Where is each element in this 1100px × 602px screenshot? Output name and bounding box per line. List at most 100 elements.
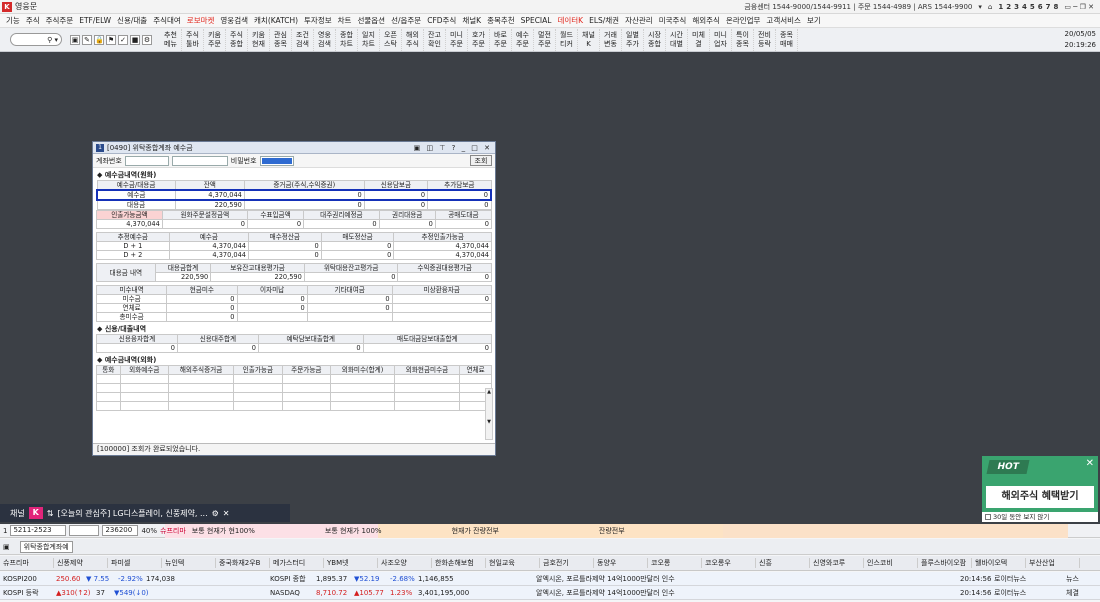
ticker-stock[interactable]: YBM넷 <box>324 558 378 568</box>
toolbar-button[interactable]: 관심 종목 <box>270 28 292 51</box>
toolbar-button[interactable]: 전비 등락 <box>754 28 776 51</box>
ticker-stock[interactable]: 동양우 <box>594 558 648 568</box>
password-field[interactable] <box>259 155 294 166</box>
account-field[interactable]: 5211-2523 <box>10 525 67 536</box>
menu-item[interactable]: 투자정보 <box>304 15 332 26</box>
ticker-stock[interactable]: 코오롱 <box>648 558 702 568</box>
toolbar-button[interactable]: 채널 K <box>578 28 600 51</box>
news-category[interactable]: 뉴스 <box>1066 574 1096 584</box>
menu-item[interactable]: 데이터K <box>557 15 583 26</box>
news-source[interactable]: 로이터뉴스 <box>994 574 1066 584</box>
ticker-stock[interactable]: 신흥 <box>756 558 810 568</box>
order-type-c[interactable]: 현재가 잔량전부 <box>452 526 499 536</box>
home-icon[interactable]: ⌂ <box>988 3 992 11</box>
hide-30days-checkbox[interactable]: 30일 동안 보지 않기 <box>982 512 1098 522</box>
toolbar-button[interactable]: 키움 주문 <box>204 28 226 51</box>
toolbar-button[interactable]: 거래 변동 <box>600 28 622 51</box>
toolbar-button[interactable]: 주식 툴바 <box>182 28 204 51</box>
ticker-stock[interactable]: 사조오양 <box>378 558 432 568</box>
close-icon[interactable]: ✕ <box>223 509 230 518</box>
pen-icon[interactable]: ✎ <box>82 34 92 45</box>
ticker-stock[interactable]: 코오롱우 <box>702 558 756 568</box>
page-tab-8[interactable]: 8 <box>1053 3 1058 11</box>
flag-icon[interactable]: ⚑ <box>106 34 116 45</box>
menu-item[interactable]: 캐치(KATCH) <box>254 15 298 26</box>
toolbar-button[interactable]: 해외 주식 <box>402 28 424 51</box>
page-tab-2[interactable]: 2 <box>1006 3 1011 11</box>
ticker-stock[interactable]: 한화손해보험 <box>432 558 486 568</box>
toolbar-button[interactable]: 주식 종합 <box>226 28 248 51</box>
menu-item[interactable]: ELS/채권 <box>589 15 619 26</box>
query-button[interactable]: 조회 <box>470 155 492 166</box>
table-row[interactable]: 예수금 4,370,044 0 0 0 <box>95 189 493 201</box>
menu-item[interactable]: SPECIAL <box>521 16 552 25</box>
menu-item[interactable]: 로보마켓 <box>187 15 215 26</box>
gear-icon[interactable]: ⚙ <box>212 509 219 518</box>
page-tab-3[interactable]: 3 <box>1014 3 1019 11</box>
toolbar-button[interactable]: 미니 주문 <box>446 28 468 51</box>
account-select[interactable] <box>124 155 169 166</box>
hot-ad-banner[interactable]: HOT ✕ 해외주식 혜택받기 30일 동안 보지 않기 <box>982 456 1098 522</box>
toolbar-button[interactable]: 일지 차트 <box>358 28 380 51</box>
toolbar-button[interactable]: 미니 업자 <box>710 28 732 51</box>
menu-item[interactable]: 신용/대출 <box>117 15 147 26</box>
menu-item[interactable]: 해외주식 <box>692 15 720 26</box>
dropdown-icon[interactable]: ▾ <box>978 3 982 11</box>
menu-item[interactable]: 온라인업무 <box>726 15 761 26</box>
menu-item[interactable]: 채널K <box>462 15 481 26</box>
page-tab-5[interactable]: 5 <box>1030 3 1035 11</box>
toolbar-button[interactable]: 멀전 주문 <box>534 28 556 51</box>
toolbar-button[interactable]: 예수 주문 <box>512 28 534 51</box>
window-title-bar[interactable]: 1 [0490] 위탁종합계좌 예수금 ▣ ◫ ⊤ ? _ □ ✕ <box>93 142 495 154</box>
gear-icon[interactable]: ⚙ <box>142 34 152 45</box>
toolbar-button[interactable]: 키움 현재 <box>248 28 270 51</box>
page-tabs[interactable]: 12345678 <box>998 3 1058 11</box>
toolbar-button[interactable]: 시간 대별 <box>666 28 688 51</box>
menu-item[interactable]: 차트 <box>338 15 352 26</box>
menu-item[interactable]: 보기 <box>807 15 821 26</box>
scrollbar[interactable]: ▲ ▼ <box>485 388 493 440</box>
ticker-stock[interactable]: 뉴인텍 <box>162 558 216 568</box>
toolbar-button[interactable]: 잔고 확인 <box>424 28 446 51</box>
order-type-a[interactable]: 보통 현재가 현100% <box>192 526 255 536</box>
news-headline[interactable]: 알엑시온, 포르틀라제약 14억1000만달러 인수 <box>536 588 960 598</box>
news-source[interactable]: 로이터뉴스 <box>994 588 1066 598</box>
toolbar-button[interactable]: 추천 메뉴 <box>160 28 182 51</box>
page-tab-1[interactable]: 1 <box>998 3 1003 11</box>
ticker-stock[interactable]: 슈프리마 <box>0 558 54 568</box>
price-field[interactable]: 236200 <box>102 525 139 536</box>
menu-search-input[interactable]: ⚲ ▾ <box>10 33 62 46</box>
stock-name-text[interactable]: 슈프리마 <box>160 526 186 536</box>
ticker-stock[interactable]: 인스코비 <box>864 558 918 568</box>
tab-account-deposit[interactable]: 위탁종합계좌예 <box>19 540 73 553</box>
toolbar-button[interactable]: 영웅 검색 <box>314 28 336 51</box>
ad-text[interactable]: 해외주식 혜택받기 <box>986 486 1094 508</box>
window-controls[interactable]: ▣ ◫ ⊤ ? _ □ ✕ <box>414 144 495 152</box>
ticker-stock[interactable]: 웰바이오텍 <box>972 558 1026 568</box>
toolbar-button[interactable]: 월드 티커 <box>556 28 578 51</box>
toolbar-button[interactable]: 미체 결 <box>688 28 710 51</box>
account-name-field[interactable] <box>171 155 228 166</box>
ticker-stock[interactable]: 현일교육 <box>486 558 540 568</box>
ticker-stock[interactable]: 부산산업 <box>1026 558 1080 568</box>
toolbar-button[interactable]: 일별 주가 <box>622 28 644 51</box>
toolbar-button[interactable]: 오픈 스탁 <box>380 28 402 51</box>
toolbar-button[interactable]: 바로 주문 <box>490 28 512 51</box>
menu-item[interactable]: 영웅검색 <box>220 15 248 26</box>
search-icon[interactable]: ⚲ ▾ <box>47 36 58 44</box>
ticker-stock[interactable]: 금호전기 <box>540 558 594 568</box>
order-type-d[interactable]: 잔량전부 <box>599 526 625 536</box>
page-tab-6[interactable]: 6 <box>1038 3 1043 11</box>
menu-item[interactable]: 주식주문 <box>46 15 74 26</box>
menu-item[interactable]: 고객서비스 <box>766 15 801 26</box>
menu-item[interactable]: 자산관리 <box>625 15 653 26</box>
ticker-stock[interactable]: 중국화재2우B <box>216 558 270 568</box>
menu-item[interactable]: 선물옵션 <box>357 15 385 26</box>
channel-text[interactable]: [오늘의 관심주] LG디스플레이, 신풍제약, ... <box>57 508 207 519</box>
close-icon[interactable]: ✕ <box>1086 458 1094 469</box>
toolbar-button[interactable]: 조건 검색 <box>292 28 314 51</box>
lock-icon[interactable]: 🔒 <box>94 34 104 45</box>
order-type-b[interactable]: 보통 현재가 100% <box>325 526 382 536</box>
toolbar-button[interactable]: 종합 차트 <box>336 28 358 51</box>
ticker-stock[interactable]: 신풍제약 <box>54 558 108 568</box>
